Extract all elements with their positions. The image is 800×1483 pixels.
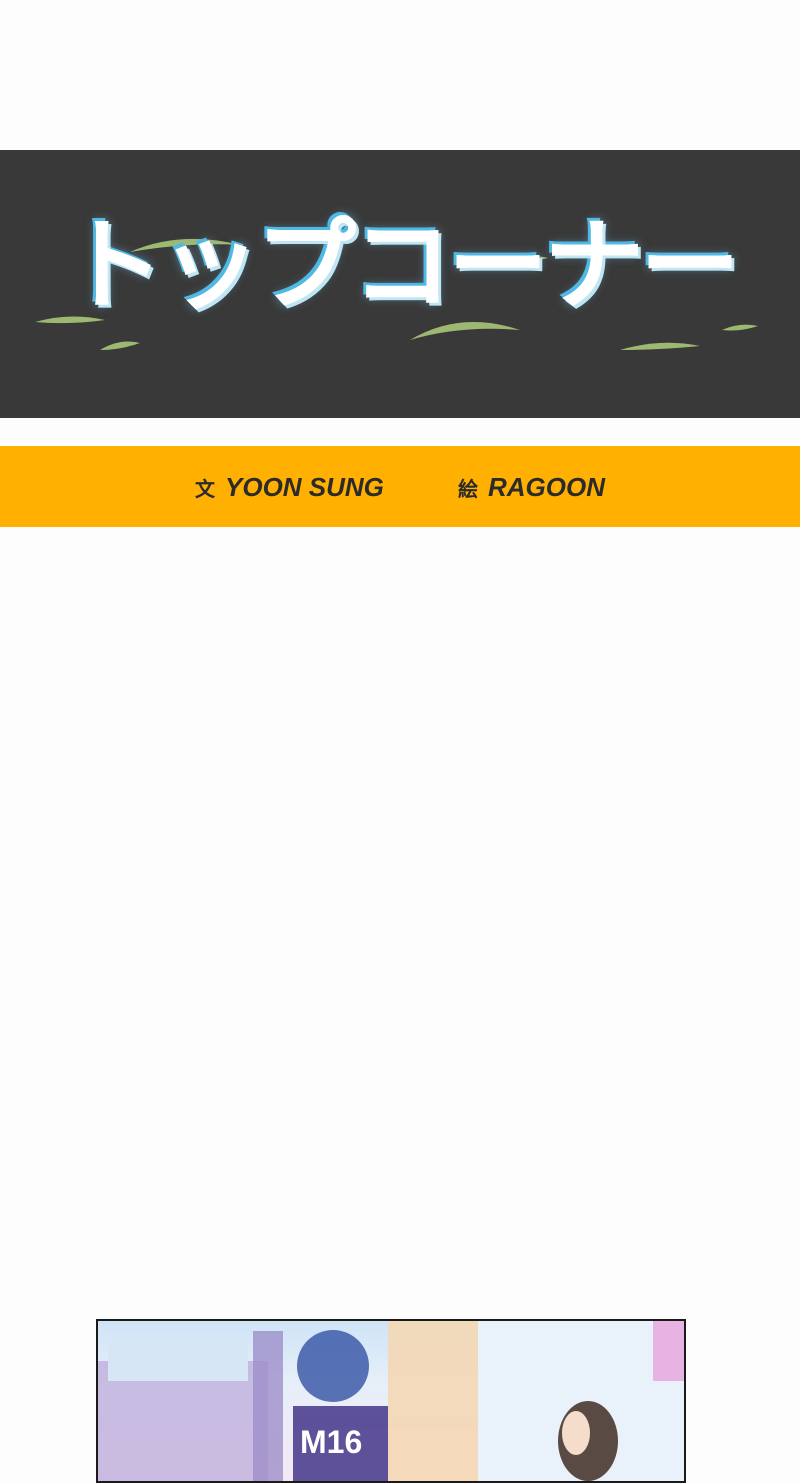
writer-name: YOON SUNG xyxy=(225,472,384,502)
artist-prefix: 絵 xyxy=(458,477,478,501)
writer-prefix: 文 xyxy=(195,477,215,501)
leaf-icon xyxy=(620,342,700,350)
comic-title: トップコーナー xyxy=(64,207,740,324)
panel-sign-text: M16 xyxy=(300,1424,363,1460)
artist-credit: 絵 RAGOON xyxy=(458,472,605,504)
artist-name: RAGOON xyxy=(488,472,605,502)
writer-credit: 文 YOON SUNG xyxy=(195,472,384,504)
leaf-icon xyxy=(722,324,758,331)
leaf-icon xyxy=(100,341,140,350)
title-banner: トップコーナー xyxy=(0,150,800,418)
panel-artwork xyxy=(98,1321,684,1481)
credits-bar: 文 YOON SUNG 絵 RAGOON xyxy=(0,446,800,527)
comic-panel: M16 xyxy=(96,1319,686,1483)
leaf-icon xyxy=(410,322,520,340)
